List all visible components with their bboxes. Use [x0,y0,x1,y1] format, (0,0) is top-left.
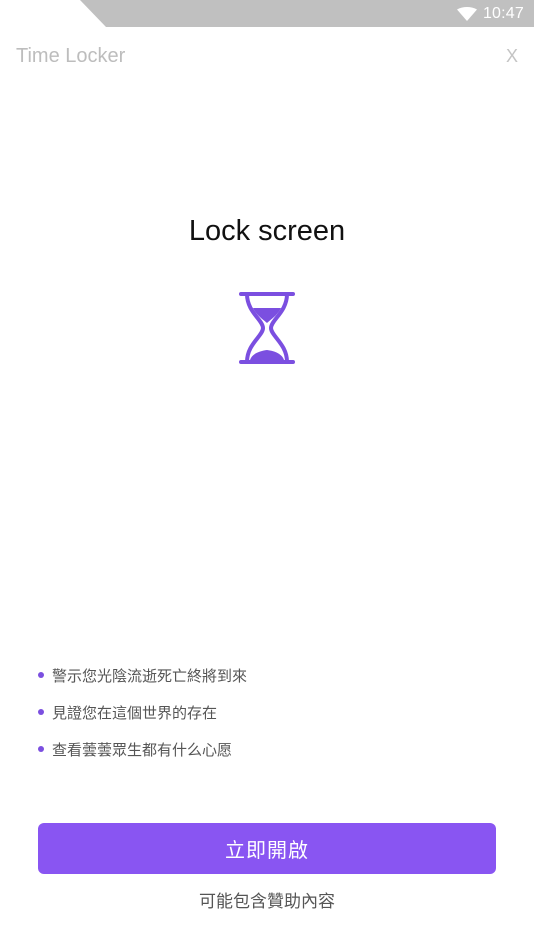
list-item: 查看蕓蕓眾生都有什么心愿 [38,738,247,760]
hourglass-icon [239,292,295,364]
wifi-icon [456,6,477,21]
feature-list: 警示您光陰流逝死亡終將到來 見證您在這個世界的存在 查看蕓蕓眾生都有什么心愿 [38,664,247,775]
bullet-dot [38,746,44,752]
feature-title: Lock screen [188,215,346,247]
status-time: 10:47 [482,4,524,22]
list-item-text: 查看蕓蕓眾生都有什么心愿 [52,740,233,759]
close-button[interactable]: X [504,44,520,69]
status-bar: 10:47 [0,0,534,27]
bullet-dot [38,672,44,678]
status-bar-background [80,0,534,27]
list-item: 警示您光陰流逝死亡終將到來 [38,664,247,686]
sponsor-note: 可能包含贊助內容 [199,892,335,912]
list-item: 見證您在這個世界的存在 [38,701,247,723]
app-title: Time Locker [16,45,126,67]
list-item-text: 見證您在這個世界的存在 [52,703,218,722]
list-item-text: 警示您光陰流逝死亡終將到來 [52,666,248,685]
bullet-dot [38,709,44,715]
status-bar-right: 10:47 [456,0,524,27]
enable-now-button[interactable]: 立即開啟 [38,823,496,874]
